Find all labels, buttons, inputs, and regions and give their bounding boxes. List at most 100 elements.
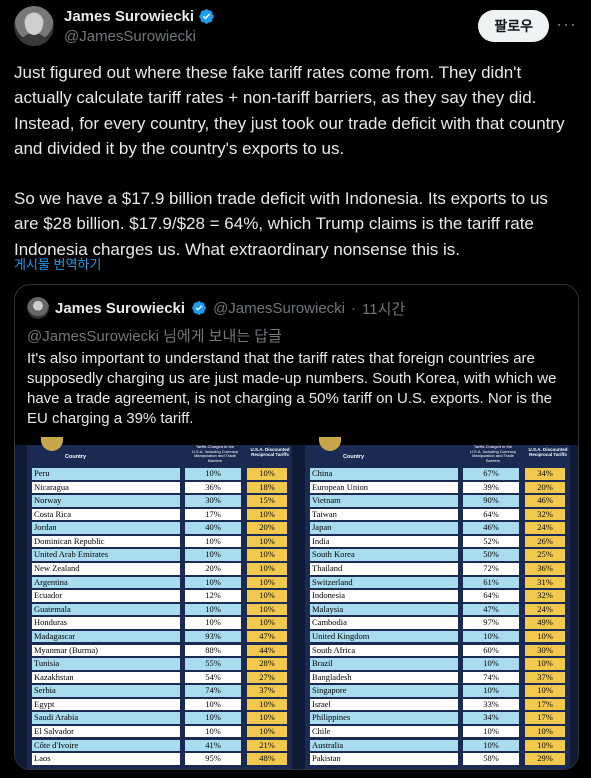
country-cell: Egypt bbox=[32, 698, 180, 711]
tariff-table-right: Country Tariffs Charged to the U.S.A. In… bbox=[305, 437, 570, 769]
tweet-header: James Surowiecki @JamesSurowiecki 팔로우 ··… bbox=[14, 6, 577, 50]
country-cell: Myanmar (Burma) bbox=[32, 644, 180, 657]
country-cell: Singapore bbox=[310, 685, 458, 697]
rate-cell: 60% bbox=[463, 644, 519, 657]
country-cell: China bbox=[310, 468, 458, 480]
rate-cell: 61% bbox=[463, 576, 519, 589]
more-options-icon[interactable]: ··· bbox=[556, 14, 577, 35]
tariff-cell: 10% bbox=[247, 603, 287, 616]
tariff-cell: 37% bbox=[525, 671, 565, 684]
reciprocal-column-header: U.S.A. Discounted Reciprocal Tariffs bbox=[250, 447, 290, 457]
rate-cell: 10% bbox=[185, 712, 241, 724]
table-row: Cambodia 97% 49% bbox=[305, 616, 570, 629]
table-row: Saudi Arabia 10% 10% bbox=[27, 711, 292, 724]
country-cell: Jordan bbox=[32, 522, 180, 534]
table-row: Indonesia 64% 32% bbox=[305, 589, 570, 602]
table-row: Malaysia 47% 24% bbox=[305, 603, 570, 616]
table-row: United Arab Emirates 10% 10% bbox=[27, 548, 292, 561]
tariff-cell: 44% bbox=[247, 644, 287, 657]
table-row: Madagascar 93% 47% bbox=[27, 630, 292, 643]
tariff-cell: 27% bbox=[247, 671, 287, 684]
table-row: India 52% 26% bbox=[305, 535, 570, 548]
country-cell: New Zealand bbox=[32, 563, 180, 575]
rate-cell: 30% bbox=[185, 495, 241, 507]
rate-cell: 46% bbox=[463, 522, 519, 534]
rate-cell: 72% bbox=[463, 563, 519, 575]
rate-cell: 10% bbox=[185, 549, 241, 561]
table-row: Serbia 74% 37% bbox=[27, 684, 292, 697]
table-row: Costa Rica 17% 10% bbox=[27, 508, 292, 521]
tariff-cell: 10% bbox=[247, 698, 287, 711]
country-cell: Costa Rica bbox=[32, 508, 180, 521]
table-row: Australia 10% 10% bbox=[305, 739, 570, 752]
follow-button[interactable]: 팔로우 bbox=[478, 10, 549, 42]
avatar[interactable] bbox=[14, 6, 54, 46]
country-cell: Madagascar bbox=[32, 630, 180, 643]
rate-cell: 41% bbox=[185, 739, 241, 752]
rate-cell: 12% bbox=[185, 590, 241, 602]
country-cell: Kazakhstan bbox=[32, 671, 180, 684]
rate-cell: 95% bbox=[185, 753, 241, 765]
tariff-cell: 10% bbox=[247, 508, 287, 521]
author-name[interactable]: James Surowiecki bbox=[64, 8, 194, 25]
country-cell: Pakistan bbox=[310, 753, 458, 765]
country-cell: Indonesia bbox=[310, 590, 458, 602]
quoted-author-name: James Surowiecki bbox=[55, 299, 186, 317]
table-header: Country Tariffs Charged to the U.S.A. In… bbox=[27, 437, 292, 467]
tariff-cell: 15% bbox=[247, 495, 287, 507]
country-cell: Nicaragua bbox=[32, 481, 180, 494]
tariff-cell: 29% bbox=[525, 753, 565, 765]
translate-post-link[interactable]: 게시물 번역하기 bbox=[14, 254, 101, 273]
table-row: Guatemala 10% 10% bbox=[27, 603, 292, 616]
tariff-table-left: Country Tariffs Charged to the U.S.A. In… bbox=[27, 437, 292, 769]
quoted-tweet[interactable]: James Surowiecki @JamesSurowiecki · 11시간… bbox=[14, 284, 579, 770]
tariff-cell: 28% bbox=[247, 658, 287, 670]
tariff-table-image[interactable]: Country Tariffs Charged to the U.S.A. In… bbox=[15, 437, 578, 769]
seal-emblem bbox=[41, 437, 63, 451]
rate-cell: 17% bbox=[185, 508, 241, 521]
reply-to-label: @JamesSurowiecki 님에게 보내는 답글 bbox=[27, 328, 282, 345]
author-handle[interactable]: @JamesSurowiecki bbox=[64, 28, 196, 45]
country-cell: Philippines bbox=[310, 712, 458, 724]
country-column-header: Country bbox=[65, 454, 87, 460]
tariff-cell: 10% bbox=[525, 739, 565, 752]
tariff-cell: 32% bbox=[525, 590, 565, 602]
table-row: Pakistan 58% 29% bbox=[305, 752, 570, 765]
rate-cell: 47% bbox=[463, 603, 519, 616]
rate-cell: 10% bbox=[185, 698, 241, 711]
tweet-paragraph: So we have a $17.9 billion trade deficit… bbox=[14, 189, 548, 259]
country-cell: Taiwan bbox=[310, 508, 458, 521]
table-row: Côte d'Ivoire 41% 21% bbox=[27, 739, 292, 752]
verified-badge-icon bbox=[192, 301, 206, 315]
country-cell: Thailand bbox=[310, 563, 458, 575]
quoted-tweet-header: James Surowiecki @JamesSurowiecki · 11시간 bbox=[27, 297, 405, 319]
tariff-cell: 10% bbox=[525, 685, 565, 697]
rate-cell: 10% bbox=[463, 685, 519, 697]
tariff-cell: 34% bbox=[525, 468, 565, 480]
tariff-cell: 18% bbox=[247, 481, 287, 494]
table-row: Nicaragua 36% 18% bbox=[27, 481, 292, 494]
table-row: South Korea 50% 25% bbox=[305, 548, 570, 561]
tariff-cell: 10% bbox=[247, 725, 287, 738]
tariff-cell: 10% bbox=[247, 468, 287, 480]
country-cell: Serbia bbox=[32, 685, 180, 697]
country-cell: Chile bbox=[310, 725, 458, 738]
quoted-avatar bbox=[27, 297, 49, 319]
rate-cell: 55% bbox=[185, 658, 241, 670]
country-cell: South Korea bbox=[310, 549, 458, 561]
table-row: Chile 10% 10% bbox=[305, 725, 570, 738]
verified-badge-icon bbox=[199, 9, 214, 24]
table-row: Vietnam 90% 46% bbox=[305, 494, 570, 507]
table-row: United Kingdom 10% 10% bbox=[305, 630, 570, 643]
country-cell: Honduras bbox=[32, 617, 180, 629]
country-cell: United Arab Emirates bbox=[32, 549, 180, 561]
tariff-cell: 47% bbox=[247, 630, 287, 643]
country-cell: Saudi Arabia bbox=[32, 712, 180, 724]
rate-cell: 90% bbox=[463, 495, 519, 507]
table-row: Peru 10% 10% bbox=[27, 467, 292, 480]
meta-separator: · bbox=[351, 299, 357, 317]
table-row: Tunisia 55% 28% bbox=[27, 657, 292, 670]
tariff-cell: 30% bbox=[525, 644, 565, 657]
rate-cell: 64% bbox=[463, 590, 519, 602]
rate-cell: 10% bbox=[185, 617, 241, 629]
